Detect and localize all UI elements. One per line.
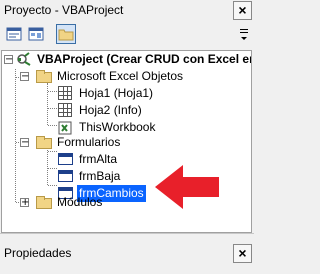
close-button[interactable]: × (233, 1, 252, 20)
tree-connector (48, 108, 57, 109)
workbook-icon (58, 120, 74, 135)
tree-connector (15, 69, 16, 202)
toolbar-overflow-icon[interactable] (238, 23, 250, 44)
tree-connector (48, 185, 57, 186)
forms-collapse-button[interactable]: − (20, 138, 29, 148)
modules-expand-button[interactable]: + (20, 198, 29, 208)
tree-connector (48, 168, 57, 169)
folder-icon (36, 69, 52, 83)
properties-panel-header: Propiedades × (0, 233, 254, 274)
properties-title: Propiedades (4, 246, 72, 260)
tree-connector (48, 151, 57, 152)
tree-connector (48, 91, 57, 92)
project-toolbar (0, 22, 254, 46)
tree-node-label: Hoja1 (Hoja1) (79, 86, 154, 100)
root-collapse-button[interactable]: − (4, 55, 13, 65)
tree-node-label: VBAProject (Crear CRUD con Excel en (37, 52, 252, 66)
properties-close-button[interactable]: × (233, 244, 252, 263)
tree-node-label: Formularios (57, 135, 121, 149)
tree-node-label: Módulos (57, 195, 103, 209)
project-explorer-titlebar: Proyecto - VBAProject × (0, 0, 254, 21)
tree-node-label: Hoja2 (Info) (79, 103, 142, 117)
userform-icon (58, 169, 74, 183)
tree-node-label: Microsoft Excel Objetos (57, 69, 184, 83)
excel-objects-collapse-button[interactable]: − (20, 72, 29, 82)
tree-connector (47, 148, 48, 185)
worksheet-icon (58, 103, 74, 117)
window-title: Proyecto - VBAProject (4, 3, 124, 17)
view-object-icon[interactable] (26, 24, 46, 44)
vba-project-icon (16, 52, 32, 66)
worksheet-icon (58, 86, 74, 100)
folder-icon (36, 195, 52, 209)
userform-icon (58, 152, 74, 166)
tree-connector (48, 125, 57, 126)
tree-node-label: frmAlta (79, 152, 118, 166)
toggle-folders-icon[interactable] (56, 24, 76, 44)
view-code-icon[interactable] (4, 24, 24, 44)
tree-node-label: frmBaja (79, 169, 121, 183)
red-arrow-annotation-icon (155, 165, 219, 209)
tree-connector (47, 83, 48, 125)
folder-icon (36, 135, 52, 149)
